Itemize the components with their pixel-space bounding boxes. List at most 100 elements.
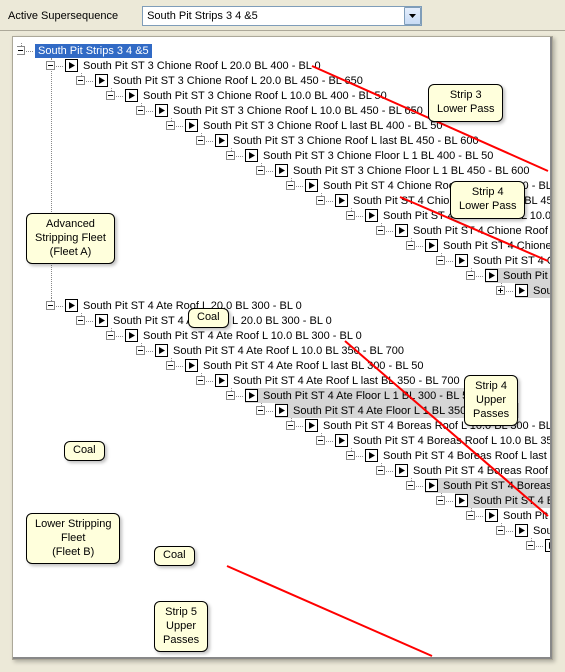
expander-icon[interactable]	[316, 196, 325, 205]
expander-icon[interactable]	[406, 241, 415, 250]
expander-icon[interactable]	[76, 316, 85, 325]
play-icon	[95, 74, 108, 87]
play-icon	[275, 164, 288, 177]
play-icon	[215, 134, 228, 147]
expander-icon[interactable]	[106, 331, 115, 340]
play-icon	[65, 59, 78, 72]
tree-node[interactable]: South Pit ST 3 Chione Floor L 1 BL 400 -…	[245, 148, 495, 163]
tree-node[interactable]: South Pit ST 4 Boreas Roof L 10.0 BL 350…	[335, 433, 552, 448]
expander-icon[interactable]	[346, 451, 355, 460]
tree-node[interactable]: South Pit ST 4 Chione Floor L 1 BL 400 -…	[485, 268, 552, 283]
chevron-down-icon[interactable]	[404, 7, 421, 25]
expander-icon[interactable]	[466, 271, 475, 280]
tree-node[interactable]: South Pit ST 5 Ate Roof L 30.0 BL 300 - …	[485, 508, 552, 523]
tree-node[interactable]: South Pit ST 3 Chione Floor L 1 BL 450 -…	[275, 163, 531, 178]
play-icon	[245, 149, 258, 162]
tree-node[interactable]: South Pit ST 4 Boreas Floor L 1 BL 300 -…	[425, 478, 552, 493]
play-icon	[365, 209, 378, 222]
expander-icon[interactable]	[46, 301, 55, 310]
expander-icon[interactable]	[346, 211, 355, 220]
root-label: South Pit Strips 3 4 &5	[35, 44, 152, 58]
expander-icon[interactable]	[256, 406, 265, 415]
tree-node[interactable]: South Pit ST 3 Chione Roof L 10.0 BL 450…	[155, 103, 425, 118]
expander-icon[interactable]	[76, 76, 85, 85]
tree-node[interactable]: South Pit ST 4 Ate Roof L last BL 350 - …	[215, 373, 462, 388]
play-icon	[275, 404, 288, 417]
supersequence-dropdown[interactable]: South Pit Strips 3 4 &5	[142, 6, 422, 26]
expander-icon[interactable]	[316, 436, 325, 445]
expander-icon[interactable]	[196, 376, 205, 385]
expander-icon[interactable]	[196, 136, 205, 145]
play-icon	[515, 284, 528, 297]
tree-node[interactable]: South Pit ST 4 Boreas Roof L 10.0 BL 300…	[305, 418, 552, 433]
tree-node[interactable]: South Pit ST 3 Chione Roof L 20.0 BL 400…	[65, 58, 323, 73]
tree-node[interactable]: South Pit ST 4 Chione Floor L 1 BL 450 -…	[515, 283, 552, 298]
expander-icon[interactable]	[136, 106, 145, 115]
play-icon	[425, 239, 438, 252]
expander-icon[interactable]	[286, 181, 295, 190]
expander-icon[interactable]	[376, 226, 385, 235]
expander-icon[interactable]	[226, 151, 235, 160]
tree-node[interactable]: South Pit ST 5 Ate Roof L 20.0 BL 300 - …	[515, 523, 552, 538]
tree-node[interactable]: South Pit ST 4 Boreas Roof L last BL 350…	[395, 463, 552, 478]
tree-node[interactable]: South Pit ST 4 Boreas Floor L 1 BL 350 -…	[455, 493, 552, 508]
tree-node[interactable]: South Pit ST 3 Chione Roof L 10.0 BL 400…	[125, 88, 389, 103]
play-icon	[455, 494, 468, 507]
tree-node[interactable]: South Pit ST 4 Chione Roof L 10.0 BL 400…	[365, 208, 552, 223]
play-icon	[215, 374, 228, 387]
expander-icon[interactable]	[496, 286, 505, 295]
play-icon	[365, 449, 378, 462]
header-bar: Active Supersequence South Pit Strips 3 …	[0, 0, 565, 31]
tree-node[interactable]: South Pit ST 4 Ate Floor L 1 BL 300 - BL…	[245, 388, 482, 403]
tree-node[interactable]: South Pit ST 4 Chione Roof L 20.0 BL 450…	[335, 193, 552, 208]
expander-icon[interactable]	[166, 121, 175, 130]
expander-icon[interactable]	[526, 541, 535, 550]
play-icon	[545, 539, 552, 552]
active-supersequence-label: Active Supersequence	[8, 10, 118, 22]
tree-node[interactable]: South Pit ST 4 Boreas Roof L last BL 300…	[365, 448, 552, 463]
expander-icon[interactable]	[406, 481, 415, 490]
tree-node[interactable]: South Pit ST 4 Chione Roof L last BL 450…	[455, 253, 552, 268]
tree-node[interactable]: South Pit ST 4 Ate Roof L 10.0 BL 300 - …	[125, 328, 364, 343]
expander-icon[interactable]	[376, 466, 385, 475]
play-icon	[425, 479, 438, 492]
play-icon	[515, 524, 528, 537]
tree-panel: South Pit Strips 3 4 &5 South Pit ST 3 C…	[12, 36, 553, 660]
play-icon	[305, 179, 318, 192]
tree-node[interactable]: South Pit ST 3 Chione Roof L 20.0 BL 450…	[95, 73, 365, 88]
tree-node[interactable]: South Pit ST 3 Chione Roof L last BL 400…	[185, 118, 445, 133]
play-icon	[185, 119, 198, 132]
tree-node[interactable]: South Pit ST 4 Chione Roof L last BL 400…	[425, 238, 552, 253]
tree-root[interactable]: South Pit Strips 3 4 &5	[35, 43, 152, 58]
play-icon	[65, 299, 78, 312]
expander-icon[interactable]	[46, 61, 55, 70]
play-icon	[485, 269, 498, 282]
tree-node[interactable]: South Pit ST 4 Ate Roof L 10.0 BL 350 - …	[155, 343, 406, 358]
tree-node[interactable]: South Pit ST 3 Chione Roof L last BL 450…	[215, 133, 481, 148]
play-icon	[155, 344, 168, 357]
expander-icon[interactable]	[496, 526, 505, 535]
play-icon	[95, 314, 108, 327]
tree-node[interactable]: South Pit ST 4 Ate Roof L 20.0 BL 300 - …	[95, 313, 334, 328]
sequence-tree[interactable]: South Pit Strips 3 4 &5 South Pit ST 3 C…	[17, 43, 552, 659]
expander-icon[interactable]	[256, 166, 265, 175]
play-icon	[305, 419, 318, 432]
play-icon	[455, 254, 468, 267]
tree-node[interactable]: South Pit ST 4 Ate Roof L last BL 300 - …	[185, 358, 426, 373]
expander-icon[interactable]	[466, 511, 475, 520]
expander-icon[interactable]	[166, 361, 175, 370]
expander-icon[interactable]	[17, 46, 25, 55]
tree-node[interactable]: South Pit ST 4 Ate Roof L 20.0 BL 300 - …	[65, 298, 304, 313]
play-icon	[395, 464, 408, 477]
expander-icon[interactable]	[226, 391, 235, 400]
expander-icon[interactable]	[436, 496, 445, 505]
expander-icon[interactable]	[106, 91, 115, 100]
play-icon	[125, 89, 138, 102]
expander-icon[interactable]	[286, 421, 295, 430]
tree-node[interactable]: South Pit ST 5 Ate Roof L 20.0 BL 350 - …	[545, 538, 552, 553]
tree-node[interactable]: South Pit ST 4 Chione Roof L 10.0 BL 450…	[395, 223, 552, 238]
expander-icon[interactable]	[436, 256, 445, 265]
expander-icon[interactable]	[136, 346, 145, 355]
tree-node[interactable]: South Pit ST 4 Chione Roof L 20.0 BL 400…	[305, 178, 552, 193]
tree-node[interactable]: South Pit ST 4 Ate Floor L 1 BL 350 - BL…	[275, 403, 519, 418]
